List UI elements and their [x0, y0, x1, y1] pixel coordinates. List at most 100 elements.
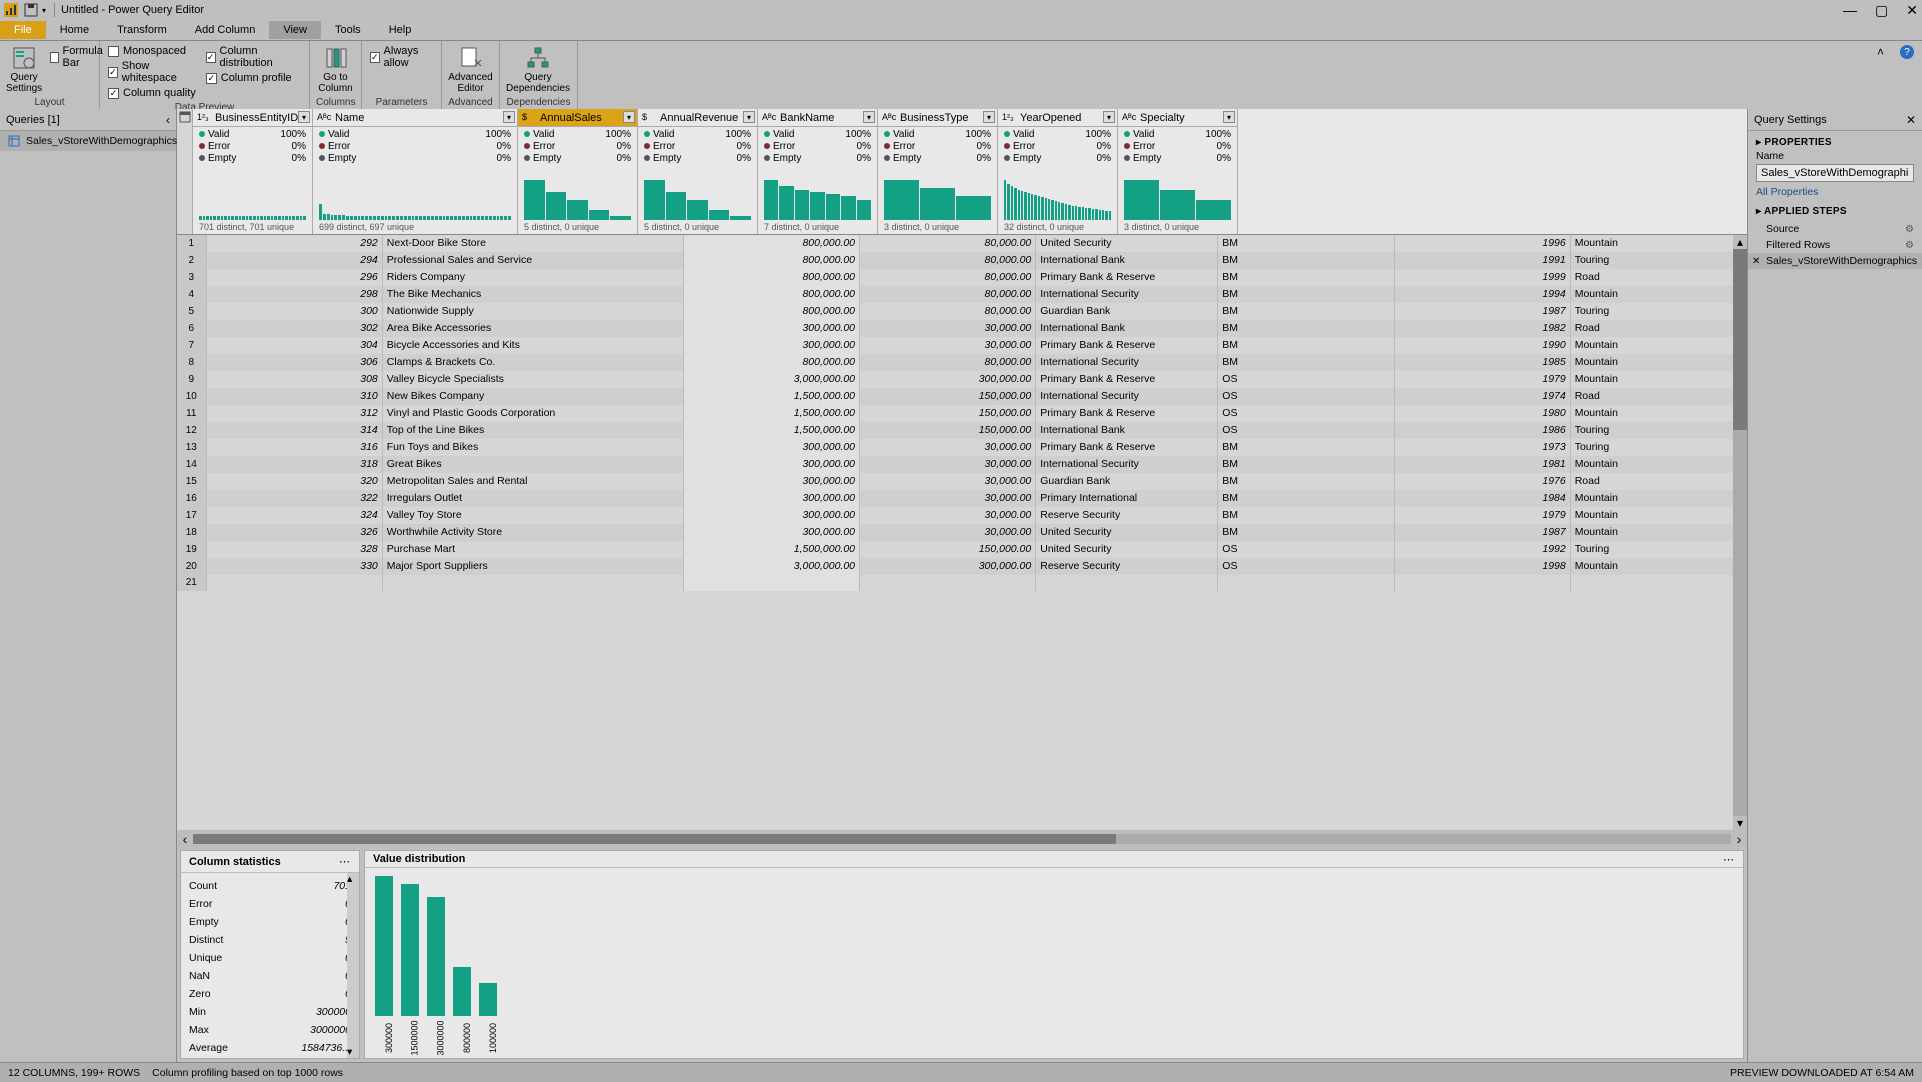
cell[interactable]: 30,000.00	[860, 337, 1036, 354]
col-stats-more-icon[interactable]: ⋯	[339, 855, 351, 868]
tab-view[interactable]: View	[269, 21, 321, 39]
tab-add-column[interactable]: Add Column	[181, 21, 270, 39]
cell[interactable]: International Bank	[1036, 320, 1218, 337]
cell[interactable]: Valley Toy Store	[383, 507, 684, 524]
cell[interactable]: International Security	[1036, 286, 1218, 303]
cell[interactable]: Touring	[1571, 439, 1747, 456]
always-allow-check[interactable]: ✓Always allow	[368, 44, 435, 70]
cell[interactable]: Touring	[1571, 252, 1747, 269]
cell[interactable]: 300,000.00	[684, 456, 860, 473]
row-number[interactable]: 17	[177, 507, 207, 524]
cell[interactable]: 298	[207, 286, 383, 303]
cell[interactable]: Vinyl and Plastic Goods Corporation	[383, 405, 684, 422]
cell[interactable]: The Bike Mechanics	[383, 286, 684, 303]
table-corner[interactable]	[177, 109, 193, 234]
cell[interactable]: OS	[1218, 371, 1394, 388]
row-number[interactable]: 19	[177, 541, 207, 558]
column-filter-icon[interactable]: ▾	[1223, 111, 1235, 123]
cell[interactable]: Touring	[1571, 422, 1747, 439]
cell[interactable]: 326	[207, 524, 383, 541]
table-row[interactable]: 3296Riders Company800,000.0080,000.00Pri…	[177, 269, 1747, 286]
cell[interactable]: 800,000.00	[684, 269, 860, 286]
cell[interactable]: 1994	[1395, 286, 1571, 303]
check-column-quality[interactable]: ✓Column quality	[106, 86, 198, 100]
scroll-right-icon[interactable]: ›	[1731, 831, 1747, 847]
cell[interactable]: 308	[207, 371, 383, 388]
table-row[interactable]: 9308Valley Bicycle Specialists3,000,000.…	[177, 371, 1747, 388]
cell[interactable]: 302	[207, 320, 383, 337]
cell[interactable]: BM	[1218, 252, 1394, 269]
column-yearopened[interactable]: 1²₃YearOpened▾Valid100%Error0%Empty0%32 …	[998, 109, 1118, 234]
grid-horizontal-scrollbar[interactable]: ‹ ›	[177, 830, 1747, 847]
cell[interactable]: 30,000.00	[860, 490, 1036, 507]
query-deps-button[interactable]: Query Dependencies	[506, 44, 570, 94]
cell[interactable]: OS	[1218, 388, 1394, 405]
tab-transform[interactable]: Transform	[103, 21, 181, 39]
cell[interactable]: 1973	[1395, 439, 1571, 456]
cell[interactable]: 1986	[1395, 422, 1571, 439]
cell[interactable]: Primary Bank & Reserve	[1036, 439, 1218, 456]
cell[interactable]: Mountain	[1571, 337, 1747, 354]
tab-help[interactable]: Help	[375, 21, 426, 39]
cell[interactable]: 1979	[1395, 371, 1571, 388]
check-column-distribution[interactable]: ✓Column distribution	[204, 44, 303, 70]
tab-home[interactable]: Home	[46, 21, 103, 39]
cell[interactable]: International Security	[1036, 388, 1218, 405]
delete-step-icon[interactable]: ✕	[1752, 256, 1760, 267]
cell[interactable]: Valley Bicycle Specialists	[383, 371, 684, 388]
help-icon[interactable]: ?	[1900, 45, 1914, 59]
cell[interactable]: 314	[207, 422, 383, 439]
cell[interactable]: Primary International	[1036, 490, 1218, 507]
table-row[interactable]: 6302Area Bike Accessories300,000.0030,00…	[177, 320, 1747, 337]
column-filter-icon[interactable]: ▾	[863, 111, 875, 123]
column-filter-icon[interactable]: ▾	[983, 111, 995, 123]
row-number[interactable]: 12	[177, 422, 207, 439]
cell[interactable]: Area Bike Accessories	[383, 320, 684, 337]
type-icon[interactable]: Aᴮc	[317, 112, 331, 124]
stats-scroll-up-icon[interactable]: ▴	[347, 873, 359, 885]
cell[interactable]: United Security	[1036, 235, 1218, 252]
cell[interactable]: 300,000.00	[684, 473, 860, 490]
cell[interactable]: 300,000.00	[684, 490, 860, 507]
cell[interactable]: Primary Bank & Reserve	[1036, 337, 1218, 354]
minimize-button[interactable]: —	[1843, 2, 1857, 19]
cell[interactable]: Mountain	[1571, 354, 1747, 371]
table-row[interactable]: 10310New Bikes Company1,500,000.00150,00…	[177, 388, 1747, 405]
row-number[interactable]: 10	[177, 388, 207, 405]
column-bankname[interactable]: AᴮcBankName▾Valid100%Error0%Empty0%7 dis…	[758, 109, 878, 234]
tab-tools[interactable]: Tools	[321, 21, 375, 39]
cell[interactable]: BM	[1218, 490, 1394, 507]
stats-scrollbar[interactable]: ▴ ▾	[347, 873, 359, 1058]
cell[interactable]: Mountain	[1571, 371, 1747, 388]
cell[interactable]: OS	[1218, 405, 1394, 422]
cell[interactable]: 1991	[1395, 252, 1571, 269]
table-row[interactable]: 14318Great Bikes300,000.0030,000.00Inter…	[177, 456, 1747, 473]
cell[interactable]: 3,000,000.00	[684, 371, 860, 388]
gear-icon[interactable]: ⚙	[1905, 224, 1914, 235]
cell[interactable]: 1981	[1395, 456, 1571, 473]
table-row[interactable]: 4298The Bike Mechanics800,000.0080,000.0…	[177, 286, 1747, 303]
cell[interactable]: 30,000.00	[860, 320, 1036, 337]
status-profiling[interactable]: Column profiling based on top 1000 rows	[152, 1067, 343, 1079]
type-icon[interactable]: $	[522, 112, 536, 124]
cell[interactable]: 300,000.00	[684, 439, 860, 456]
check-monospaced[interactable]: Monospaced	[106, 44, 198, 58]
cell[interactable]: 1980	[1395, 405, 1571, 422]
column-filter-icon[interactable]: ▾	[743, 111, 755, 123]
cell[interactable]	[1395, 575, 1571, 591]
cell[interactable]: 800,000.00	[684, 286, 860, 303]
table-row[interactable]: 15320Metropolitan Sales and Rental300,00…	[177, 473, 1747, 490]
cell[interactable]: 80,000.00	[860, 286, 1036, 303]
cell[interactable]: 310	[207, 388, 383, 405]
cell[interactable]: 300,000.00	[860, 558, 1036, 575]
table-row[interactable]: 5300Nationwide Supply800,000.0080,000.00…	[177, 303, 1747, 320]
cell[interactable]: 800,000.00	[684, 235, 860, 252]
grid-vertical-scrollbar[interactable]: ▴ ▾	[1733, 235, 1747, 830]
row-number[interactable]: 11	[177, 405, 207, 422]
cell[interactable]: Mountain	[1571, 507, 1747, 524]
cell[interactable]: BM	[1218, 269, 1394, 286]
cell[interactable]: BM	[1218, 456, 1394, 473]
cell[interactable]: 1996	[1395, 235, 1571, 252]
row-number[interactable]: 18	[177, 524, 207, 541]
cell[interactable]: Mountain	[1571, 456, 1747, 473]
